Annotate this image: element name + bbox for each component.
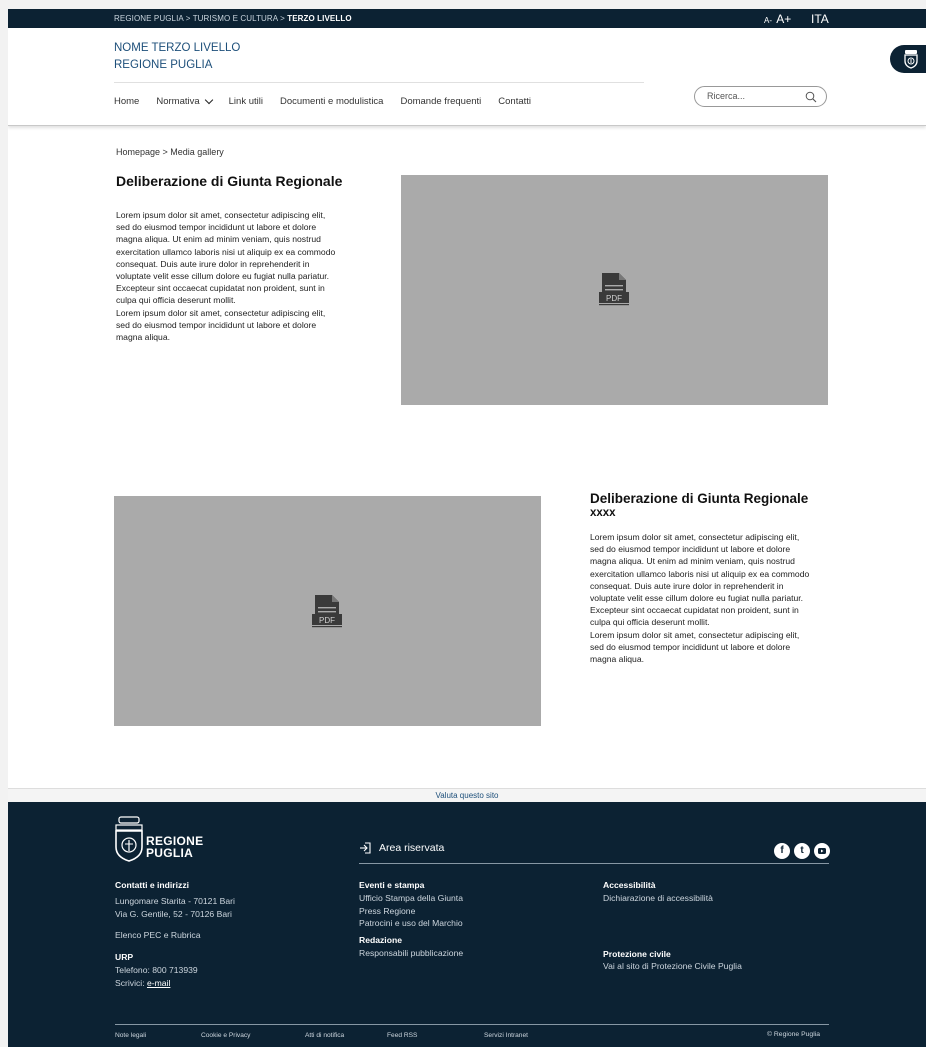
svg-text:PDF: PDF xyxy=(606,294,622,303)
pdf-preview-2[interactable]: PDF xyxy=(114,496,541,726)
footer-col-eventi: Eventi e stampa Ufficio Stampa della Giu… xyxy=(359,879,463,960)
area-riservata-label: Area riservata xyxy=(379,842,445,854)
font-increase-button[interactable]: A+ xyxy=(776,12,791,26)
nav-item-link-utili[interactable]: Link utili xyxy=(229,96,263,107)
footer-link-intranet[interactable]: Servizi Intranet xyxy=(484,1032,528,1039)
pdf-preview-1[interactable]: PDF xyxy=(401,175,828,405)
font-decrease-button[interactable]: A- xyxy=(764,16,772,25)
footer-divider-bottom xyxy=(115,1024,829,1025)
footer-link-ufficio-stampa[interactable]: Ufficio Stampa della Giunta xyxy=(359,892,463,905)
footer-link-cookie[interactable]: Cookie e Privacy xyxy=(201,1032,250,1039)
site-header: NOME TERZO LIVELLO REGIONE PUGLIA Home N… xyxy=(8,28,926,126)
copyright: © Regione Puglia xyxy=(767,1031,820,1038)
search-icon[interactable] xyxy=(805,91,817,103)
footer-col-contacts: Contatti e indirizzi Lungomare Starita -… xyxy=(115,879,235,990)
footer-link-patrocini[interactable]: Patrocini e uso del Marchio xyxy=(359,917,463,930)
page: REGIONE PUGLIA > TURISMO E CULTURA > TER… xyxy=(8,9,926,1047)
area-riservata-link[interactable]: Area riservata xyxy=(359,842,444,854)
svg-text:PDF: PDF xyxy=(319,616,335,625)
chevron-down-icon xyxy=(204,95,213,105)
section-title-1: Deliberazione di Giunta Regionale xyxy=(116,173,343,189)
footer-link-press[interactable]: Press Regione xyxy=(359,905,463,918)
redazione-heading: Redazione xyxy=(359,935,402,946)
site-name-line2: REGIONE PUGLIA xyxy=(114,59,213,71)
facebook-icon[interactable]: f xyxy=(774,843,790,859)
top-breadcrumb-current: TERZO LIVELLO xyxy=(287,14,352,23)
accessibilita-heading: Accessibilità xyxy=(603,880,656,890)
nav-label: Normativa xyxy=(156,96,200,107)
footer-col-accessibilita: Accessibilità Dichiarazione di accessibi… xyxy=(603,879,742,973)
footer-link-rss[interactable]: Feed RSS xyxy=(387,1032,417,1039)
site-name[interactable]: NOME TERZO LIVELLO REGIONE PUGLIA xyxy=(114,40,240,74)
top-breadcrumb-path[interactable]: REGIONE PUGLIA > TURISMO E CULTURA > xyxy=(114,14,287,23)
twitter-icon[interactable]: t xyxy=(794,843,810,859)
header-divider xyxy=(114,82,644,83)
regione-puglia-logo-icon[interactable] xyxy=(115,815,143,863)
section-text-1: Lorem ipsum dolor sit amet, consectetur … xyxy=(116,210,336,343)
footer-link-responsabili[interactable]: Responsabili pubblicazione xyxy=(359,947,463,960)
footer-link-note-legali[interactable]: Note legali xyxy=(115,1032,146,1039)
nav-item-home[interactable]: Home xyxy=(114,96,139,107)
footer-link-protezione-civile[interactable]: Vai al sito di Protezione Civile Puglia xyxy=(603,960,742,973)
social-links: f t xyxy=(770,843,830,859)
urp-phone: Telefono: 800 713939 xyxy=(115,964,198,975)
accessibility-badge[interactable] xyxy=(890,45,926,73)
footer-link-dichiarazione[interactable]: Dichiarazione di accessibilità xyxy=(603,892,742,905)
eventi-heading: Eventi e stampa xyxy=(359,880,425,890)
logo-text[interactable]: REGIONE PUGLIA xyxy=(146,835,203,859)
nav-item-documenti[interactable]: Documenti e modulistica xyxy=(280,96,384,107)
nav-label: Home xyxy=(114,96,140,107)
login-icon xyxy=(360,842,371,854)
address-line2: Via G. Gentile, 52 - 70126 Bari xyxy=(115,908,232,919)
regione-emblem-icon xyxy=(904,50,918,69)
pdf-file-icon: PDF xyxy=(312,595,342,628)
search-input[interactable] xyxy=(705,90,799,102)
search-box xyxy=(694,86,827,107)
contacts-heading: Contatti e indirizzi xyxy=(115,880,189,890)
page-breadcrumb[interactable]: Homepage > Media gallery xyxy=(116,147,224,157)
logo-text-line2: PUGLIA xyxy=(146,846,194,860)
nav-item-contatti[interactable]: Contatti xyxy=(498,96,531,107)
protezione-heading: Protezione civile xyxy=(603,948,671,959)
footer-link-atti[interactable]: Atti di notifica xyxy=(305,1032,344,1039)
nav-label: Documenti e modulistica xyxy=(279,96,384,107)
nav-item-normativa[interactable]: Normativa xyxy=(156,95,213,107)
nav-label: Link utili xyxy=(228,96,263,107)
address-line1: Lungomare Starita - 70121 Bari xyxy=(115,895,235,906)
top-bar: REGIONE PUGLIA > TURISMO E CULTURA > TER… xyxy=(8,9,926,28)
urp-write: Scrivici: e-mail xyxy=(115,977,171,988)
language-selector[interactable]: ITA xyxy=(811,12,829,26)
urp-heading: URP xyxy=(115,952,134,963)
font-size-controls: A- A+ xyxy=(764,12,791,26)
main-nav: Home Normativa Link utili Documenti e mo… xyxy=(114,95,548,107)
youtube-icon[interactable] xyxy=(814,843,830,859)
footer-divider-top xyxy=(359,863,829,864)
pdf-file-icon: PDF xyxy=(599,273,629,306)
section-title-2: Deliberazione di Giunta Regionale xxxx xyxy=(590,492,808,520)
nav-label: Domande frequenti xyxy=(400,96,482,107)
site-name-line1: NOME TERZO LIVELLO xyxy=(114,42,241,54)
email-link[interactable]: e-mail xyxy=(147,978,170,988)
pec-link[interactable]: Elenco PEC e Rubrica xyxy=(115,929,235,942)
site-footer: REGIONE PUGLIA Area riservata f t Contat… xyxy=(8,802,926,1047)
top-breadcrumb: REGIONE PUGLIA > TURISMO E CULTURA > TER… xyxy=(114,14,352,23)
section-title-2-line1: Deliberazione di Giunta Regionale xyxy=(590,491,809,506)
section-text-2: Lorem ipsum dolor sit amet, consectetur … xyxy=(590,532,810,665)
nav-item-domande[interactable]: Domande frequenti xyxy=(400,96,481,107)
rate-site-link[interactable]: Valuta questo sito xyxy=(8,788,926,803)
section-title-2-line2: xxxx xyxy=(590,507,616,519)
nav-label: Contatti xyxy=(498,96,532,107)
